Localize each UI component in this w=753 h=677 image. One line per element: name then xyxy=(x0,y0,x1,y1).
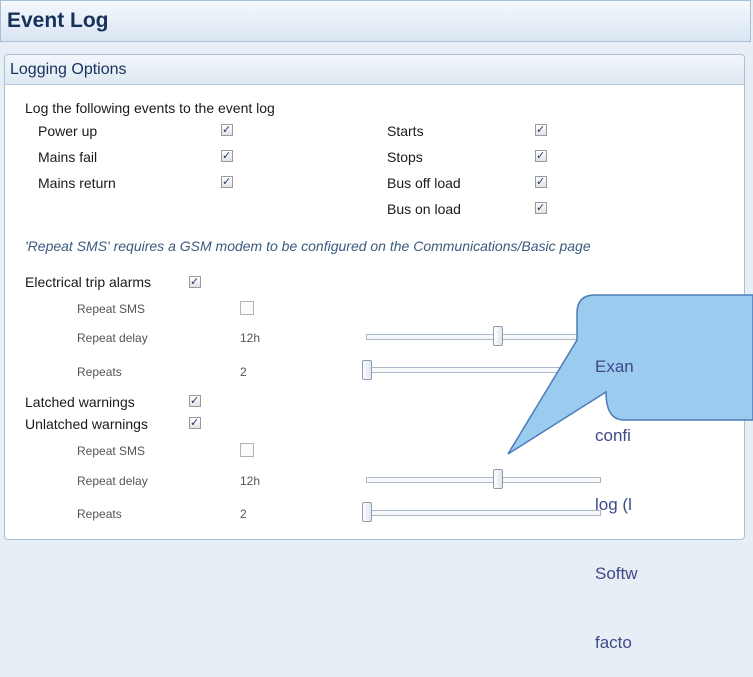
callout-line: log (l xyxy=(595,495,632,514)
callout-line: Softw xyxy=(595,564,638,583)
callout-line: facto xyxy=(595,633,632,652)
callout-line: confi xyxy=(595,426,631,445)
callout-text: Exan confi log (l Softw facto xyxy=(595,309,753,677)
callout-line: Exan xyxy=(595,357,634,376)
